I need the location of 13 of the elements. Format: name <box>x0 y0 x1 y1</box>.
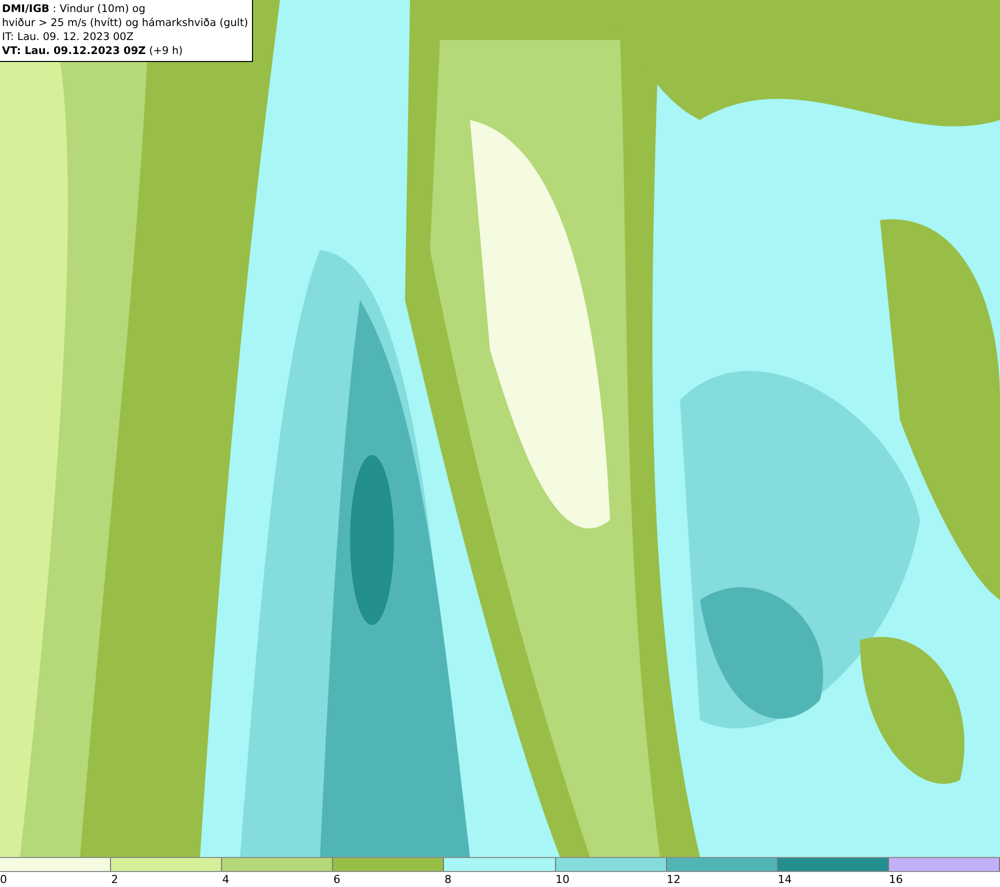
scale-label: 4 <box>222 872 230 887</box>
title-line: VT: Lau. 09.12.2023 09Z (+9 h) <box>2 44 184 58</box>
scale-label: 2 <box>111 872 118 887</box>
scale-label: 10 <box>556 872 570 887</box>
scale-label: 14 <box>778 872 792 887</box>
title-line: hviður > 25 m/s (hvítt) og hámarkshviða (gult) <box>2 16 248 30</box>
scale-label: 16 <box>888 872 903 887</box>
scale-label: 6 <box>333 872 340 887</box>
title-line: DMI/IGB : Vindur (10m) og <box>2 2 146 16</box>
scale-label: 12 <box>666 872 681 887</box>
scale-label: 8 <box>444 872 452 887</box>
title-line: IT: Lau. 09. 12. 2023 00Z <box>2 30 135 44</box>
scale-label: 0 <box>0 872 7 887</box>
